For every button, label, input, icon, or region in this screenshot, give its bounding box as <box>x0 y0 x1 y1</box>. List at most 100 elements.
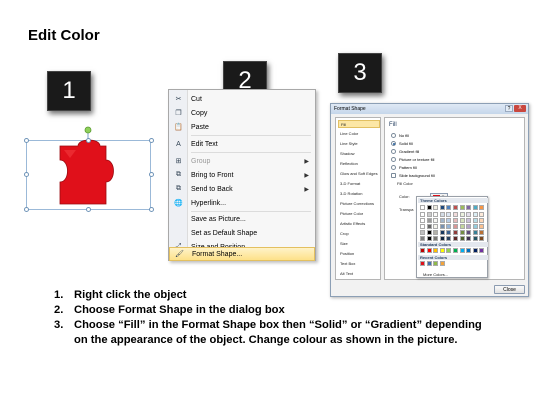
standard-color-swatch[interactable] <box>446 248 452 253</box>
theme-color-swatch[interactable] <box>420 230 425 235</box>
theme-color-swatch[interactable] <box>446 205 452 210</box>
resize-handle-w[interactable] <box>24 172 29 177</box>
radio-slide-background-fill[interactable]: Slide background fill <box>391 172 435 179</box>
theme-color-swatch[interactable] <box>453 205 458 210</box>
menu-item-bring-to-front[interactable]: ⧉ Bring to Front ▶ <box>169 168 315 183</box>
theme-color-swatch[interactable] <box>420 236 425 241</box>
theme-color-swatch[interactable] <box>426 236 432 241</box>
theme-color-swatch[interactable] <box>472 212 478 217</box>
theme-color-swatch[interactable] <box>466 230 472 235</box>
theme-color-swatch[interactable] <box>459 230 465 235</box>
theme-color-swatch[interactable] <box>426 218 432 223</box>
close-button[interactable]: Close <box>494 285 525 294</box>
theme-color-swatch[interactable] <box>453 230 458 235</box>
theme-color-swatch[interactable] <box>453 224 458 229</box>
theme-color-swatch[interactable] <box>472 218 478 223</box>
theme-color-swatch[interactable] <box>439 230 445 235</box>
sidebar-item-size[interactable]: Size <box>338 240 380 248</box>
radio-no-fill[interactable]: No fill <box>391 132 409 139</box>
theme-color-swatch[interactable] <box>472 236 478 241</box>
radio-picture-fill[interactable]: Picture or texture fill <box>391 156 434 163</box>
standard-color-swatch[interactable] <box>420 248 425 253</box>
sidebar-item-line-style[interactable]: Line Style <box>338 140 380 148</box>
standard-color-swatch[interactable] <box>439 248 445 253</box>
theme-color-swatch[interactable] <box>459 212 465 217</box>
theme-color-swatch[interactable] <box>439 224 445 229</box>
theme-color-swatch[interactable] <box>433 236 439 241</box>
menu-item-paste[interactable]: 📋 Paste <box>169 120 315 135</box>
standard-color-swatch[interactable] <box>466 248 472 253</box>
theme-color-swatch[interactable] <box>472 224 478 229</box>
theme-color-swatch[interactable] <box>433 212 439 217</box>
theme-color-swatch[interactable] <box>466 212 472 217</box>
theme-color-swatch[interactable] <box>420 218 425 223</box>
sidebar-item-alt-text[interactable]: Alt Text <box>338 270 380 278</box>
resize-handle-e[interactable] <box>149 172 154 177</box>
standard-color-swatch[interactable] <box>459 248 465 253</box>
standard-color-swatch[interactable] <box>433 248 439 253</box>
theme-color-swatch[interactable] <box>466 218 472 223</box>
sidebar-item-crop[interactable]: Crop <box>338 230 380 238</box>
theme-color-swatch[interactable] <box>446 230 452 235</box>
standard-color-swatch[interactable] <box>479 248 485 253</box>
theme-color-swatch[interactable] <box>433 218 439 223</box>
theme-color-swatch[interactable] <box>426 212 432 217</box>
theme-color-swatch[interactable] <box>479 230 485 235</box>
theme-color-swatch[interactable] <box>426 224 432 229</box>
theme-color-swatch[interactable] <box>439 218 445 223</box>
menu-item-send-to-back[interactable]: ⧉ Send to Back ▶ <box>169 182 315 197</box>
sidebar-item-artistic-effects[interactable]: Artistic Effects <box>338 220 380 228</box>
recent-color-swatch[interactable] <box>420 261 425 266</box>
resize-handle-nw[interactable] <box>24 138 29 143</box>
sidebar-item-3d-rotation[interactable]: 3-D Rotation <box>338 190 380 198</box>
theme-color-swatch[interactable] <box>466 205 472 210</box>
menu-item-cut[interactable]: ✂ Cut <box>169 92 315 107</box>
theme-color-swatch[interactable] <box>433 230 439 235</box>
menu-item-hyperlink[interactable]: 🌐 Hyperlink... <box>169 196 315 211</box>
standard-color-swatch[interactable] <box>453 248 458 253</box>
sidebar-item-glow[interactable]: Glow and Soft Edges <box>338 170 380 178</box>
theme-color-swatch[interactable] <box>459 218 465 223</box>
menu-item-group[interactable]: ⊞ Group ▶ <box>169 154 315 169</box>
sidebar-item-fill[interactable]: Fill <box>338 120 380 128</box>
menu-item-save-as-picture[interactable]: Save as Picture... <box>169 212 315 227</box>
sidebar-item-reflection[interactable]: Reflection <box>338 160 380 168</box>
sidebar-item-line-color[interactable]: Line Color <box>338 130 380 138</box>
recent-color-swatch[interactable] <box>439 261 445 266</box>
theme-color-swatch[interactable] <box>453 218 458 223</box>
theme-color-swatch[interactable] <box>439 236 445 241</box>
resize-handle-n[interactable] <box>86 138 91 143</box>
theme-color-swatch[interactable] <box>466 236 472 241</box>
menu-item-edit-text[interactable]: A Edit Text <box>169 137 315 152</box>
theme-color-swatch[interactable] <box>426 205 432 210</box>
resize-handle-s[interactable] <box>86 207 91 212</box>
theme-color-swatch[interactable] <box>433 205 439 210</box>
theme-color-swatch[interactable] <box>479 218 485 223</box>
radio-gradient-fill[interactable]: Gradient fill <box>391 148 419 155</box>
sidebar-item-shadow[interactable]: Shadow <box>338 150 380 158</box>
theme-color-swatch[interactable] <box>479 236 485 241</box>
resize-handle-se[interactable] <box>149 207 154 212</box>
sidebar-item-position[interactable]: Position <box>338 250 380 258</box>
theme-color-swatch[interactable] <box>479 224 485 229</box>
close-icon[interactable]: X <box>514 105 526 112</box>
theme-color-swatch[interactable] <box>420 212 425 217</box>
theme-color-swatch[interactable] <box>426 230 432 235</box>
menu-item-set-default-shape[interactable]: Set as Default Shape <box>169 226 315 241</box>
resize-handle-sw[interactable] <box>24 207 29 212</box>
resize-handle-ne[interactable] <box>149 138 154 143</box>
theme-color-swatch[interactable] <box>453 212 458 217</box>
theme-color-swatch[interactable] <box>472 230 478 235</box>
theme-color-swatch[interactable] <box>446 218 452 223</box>
theme-color-swatch[interactable] <box>466 224 472 229</box>
theme-color-swatch[interactable] <box>459 205 465 210</box>
sidebar-item-picture-color[interactable]: Picture Color <box>338 210 380 218</box>
theme-color-swatch[interactable] <box>446 236 452 241</box>
radio-solid-fill[interactable]: Solid fill <box>391 140 413 147</box>
radio-pattern-fill[interactable]: Pattern fill <box>391 164 417 171</box>
menu-item-format-shape[interactable]: 🖌 Format Shape... <box>169 247 315 261</box>
sidebar-item-picture-corrections[interactable]: Picture Corrections <box>338 200 380 208</box>
theme-color-swatch[interactable] <box>453 236 458 241</box>
sidebar-item-text-box[interactable]: Text Box <box>338 260 380 268</box>
theme-color-swatch[interactable] <box>439 205 445 210</box>
